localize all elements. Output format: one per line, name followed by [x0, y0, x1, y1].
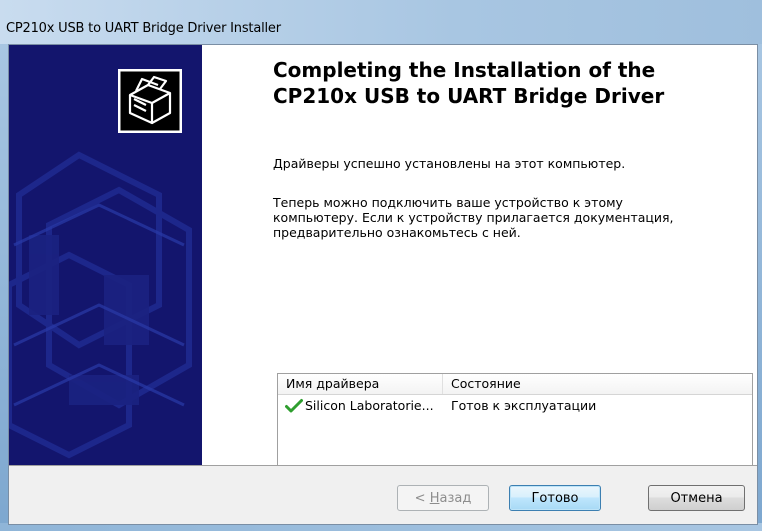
driver-name-cell: Silicon Laboratorie... [305, 398, 434, 413]
installer-box-icon [118, 69, 182, 133]
cancel-button[interactable]: Отмена [648, 485, 745, 511]
back-button[interactable]: < Назад [397, 485, 489, 511]
heading-line-1: Completing the Installation of the [273, 58, 656, 82]
check-icon [285, 398, 303, 414]
driver-list[interactable]: Имя драйвера Состояние Silicon Laborator… [277, 373, 753, 466]
finish-button[interactable]: Готово [509, 485, 601, 511]
wizard-banner [9, 45, 202, 465]
heading-line-2: CP210x USB to UART Bridge Driver [273, 84, 665, 108]
content-panel: Completing the Installation of the CP210… [202, 45, 757, 466]
list-header: Имя драйвера Состояние [278, 374, 752, 395]
info-line-3: предварительно ознакомьтесь с ней. [273, 225, 521, 240]
back-label-prefix: < [414, 491, 430, 506]
window-frame-left [0, 44, 8, 531]
column-header-label: Имя драйвера [286, 376, 380, 391]
page-heading: Completing the Installation of the CP210… [273, 57, 743, 109]
info-line-1: Теперь можно подключить ваше устройство … [273, 195, 623, 210]
info-message: Теперь можно подключить ваше устройство … [273, 195, 743, 240]
success-message: Драйверы успешно установлены на этот ком… [273, 156, 626, 171]
button-bar: < Назад Готово Отмена [9, 466, 757, 524]
window-title: CP210x USB to UART Bridge Driver Install… [6, 21, 281, 36]
column-header-label: Состояние [451, 376, 521, 391]
title-bar[interactable]: CP210x USB to UART Bridge Driver Install… [0, 0, 762, 44]
driver-status-cell: Готов к эксплуатации [451, 398, 597, 413]
installer-window: CP210x USB to UART Bridge Driver Install… [0, 0, 762, 531]
wizard-page: Completing the Installation of the CP210… [8, 44, 758, 525]
column-header-status[interactable]: Состояние [443, 374, 752, 394]
list-item[interactable]: Silicon Laboratorie... Готов к эксплуата… [278, 396, 752, 416]
back-label-rest: азад [439, 491, 472, 506]
info-line-2: компьютеру. Если к устройству прилагаетс… [273, 210, 674, 225]
column-header-driver-name[interactable]: Имя драйвера [278, 374, 443, 394]
